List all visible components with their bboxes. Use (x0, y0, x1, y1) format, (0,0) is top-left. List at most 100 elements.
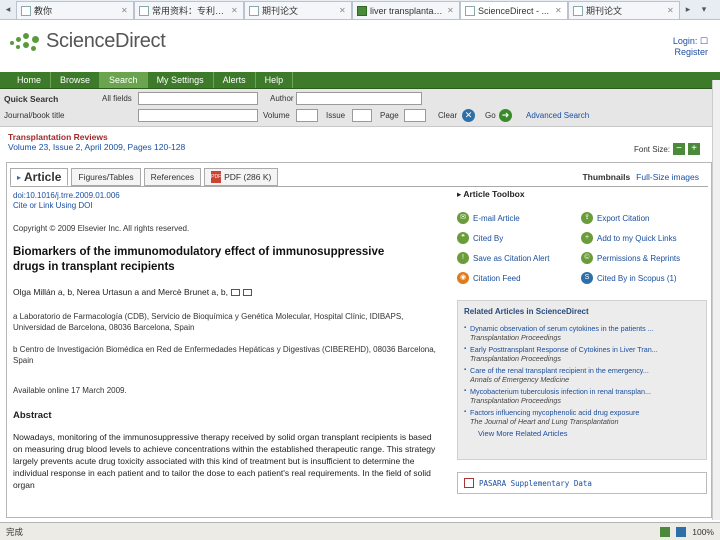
volume-input[interactable] (296, 109, 318, 122)
clear-icon[interactable]: ✕ (462, 109, 475, 122)
toolbox-email-article[interactable]: ✉ E-mail Article (457, 212, 581, 224)
nav-browse[interactable]: Browse (51, 72, 101, 88)
nav-home[interactable]: Home (8, 72, 52, 88)
journal-title-input[interactable] (138, 109, 258, 122)
related-article-title[interactable]: Dynamic observation of serum cytokines i… (470, 324, 700, 333)
issue-input[interactable] (352, 109, 372, 122)
tab-pdf[interactable]: PDF PDF (286 K) (204, 168, 279, 186)
close-icon[interactable]: ✕ (447, 6, 455, 15)
browser-tab[interactable]: 期刊论文 ✕ (244, 1, 352, 19)
article-tabs: ▸ Article Figures/Tables References PDF … (10, 168, 279, 186)
register-link[interactable]: Register (673, 47, 708, 58)
login-area: Login: ☐ Register (673, 36, 708, 58)
tab-scroll-left-icon[interactable]: ◂ (0, 0, 16, 19)
tab-label: 期刊论文 (586, 6, 623, 16)
tab-article-label: Article (24, 170, 62, 184)
login-link[interactable]: Login: ☐ (673, 36, 708, 47)
nav-alerts[interactable]: Alerts (214, 72, 256, 88)
status-text: 完成 (6, 526, 24, 537)
related-article[interactable]: Care of the renal transplant recipient i… (464, 366, 700, 384)
sciencedirect-logo[interactable]: ScienceDirect (8, 30, 166, 53)
toolbox-cited-by[interactable]: ❝ Cited By (457, 232, 581, 244)
triangle-right-icon: ▸ (457, 189, 462, 199)
browser-tab[interactable]: 教你 ✕ (16, 1, 134, 19)
article-title: Biomarkers of the immunomodulatory effec… (13, 245, 437, 275)
all-fields-input[interactable] (138, 92, 258, 105)
related-articles-heading: Related Articles in ScienceDirect (464, 307, 589, 316)
browser-tab[interactable]: 常用资料：专利检索 ✕ (134, 1, 244, 19)
tab-scroll-right-icon[interactable]: ▸ (680, 0, 696, 19)
go-label[interactable]: Go (485, 108, 496, 124)
toolbox-citation-alert[interactable]: ! Save as Citation Alert (457, 252, 581, 264)
related-article-title[interactable]: Factors influencing mycophenolic acid dr… (470, 408, 700, 417)
tab-figures[interactable]: Figures/Tables (71, 168, 141, 186)
page-favicon-icon (357, 5, 367, 16)
volume-label: Volume (263, 111, 290, 120)
toolbox-permissions[interactable]: © Permissions & Reprints (581, 252, 705, 264)
corresponding-author-icon[interactable] (230, 288, 240, 296)
toolbox-quick-links[interactable]: + Add to my Quick Links (581, 232, 705, 244)
nav-search[interactable]: Search (100, 72, 148, 88)
authors: Olga Millán a, b, Nerea Urtasun a and Me… (13, 287, 437, 297)
font-decrease-icon[interactable]: − (673, 143, 685, 155)
related-article[interactable]: Mycobacterium tuberculosis infection in … (464, 387, 700, 405)
thumbnails-label[interactable]: Thumbnails (582, 172, 630, 182)
related-article[interactable]: Dynamic observation of serum cytokines i… (464, 324, 700, 342)
clear-label[interactable]: Clear (438, 108, 457, 124)
journal-title-label: Journal/book title (4, 111, 65, 120)
page-scrollbar[interactable] (712, 80, 720, 520)
tab-references[interactable]: References (143, 168, 202, 186)
author-input[interactable] (296, 92, 422, 105)
close-icon[interactable]: ✕ (121, 6, 129, 15)
page-favicon-icon (139, 5, 149, 16)
toolbox-citation-feed[interactable]: ◉ Citation Feed (457, 272, 581, 284)
related-article-title[interactable]: Care of the renal transplant recipient i… (470, 366, 700, 375)
email-icon[interactable] (242, 288, 252, 296)
tab-article[interactable]: ▸ Article (10, 168, 69, 186)
nav-help[interactable]: Help (256, 72, 294, 88)
browser-tab[interactable]: 期刊论文 ✕ (568, 1, 680, 19)
browser-tab[interactable]: liver transplantation... ✕ (352, 1, 460, 19)
related-article[interactable]: Factors influencing mycophenolic acid dr… (464, 408, 700, 426)
nav-my-settings[interactable]: My Settings (148, 72, 214, 88)
toolbox-scopus[interactable]: S Cited By in Scopus (1) (581, 272, 705, 284)
quicklinks-icon: + (581, 232, 593, 244)
supplementary-data[interactable]: PASARA Supplementary Data (457, 472, 707, 494)
download-icon[interactable] (676, 526, 687, 537)
fullsize-images-link[interactable]: Full-Size images (636, 172, 699, 182)
related-article[interactable]: Early Posttransplant Response of Cytokin… (464, 345, 700, 363)
email-icon: ✉ (457, 212, 469, 224)
tab-list-icon[interactable]: ▾ (696, 0, 712, 19)
related-article-source: Transplantation Proceedings (470, 396, 561, 405)
journal-title-link[interactable]: Transplantation Reviews (8, 132, 185, 142)
browser-tab-active[interactable]: ScienceDirect - ... ✕ (460, 1, 568, 19)
issue-label: Issue (326, 111, 346, 120)
volume-issue-link[interactable]: Volume 23, Issue 2, April 2009, Pages 12… (8, 142, 185, 152)
view-more-related-link[interactable]: View More Related Articles (464, 429, 700, 438)
related-article-title[interactable]: Mycobacterium tuberculosis infection in … (470, 387, 700, 396)
tab-label: liver transplantation... (370, 5, 444, 16)
author-list[interactable]: Olga Millán a, b, Nerea Urtasun a and Me… (13, 287, 228, 297)
related-article-source: Annals of Emergency Medicine (470, 375, 570, 384)
abstract-heading: Abstract (13, 410, 52, 421)
close-icon[interactable]: ✕ (231, 6, 239, 15)
copyright-text: Copyright © 2009 Elsevier Inc. All right… (13, 224, 190, 233)
security-icon (660, 526, 671, 537)
zoom-level[interactable]: 100% (692, 527, 714, 537)
article-toolbox: ✉ E-mail Article ⇪ Export Citation ❝ Cited … (457, 212, 707, 284)
go-arrow-icon[interactable]: ➜ (499, 109, 512, 122)
page-input[interactable] (404, 109, 426, 122)
main-nav: Home Browse Search My Settings Alerts He… (0, 72, 720, 89)
advanced-search-link[interactable]: Advanced Search (526, 108, 589, 124)
close-icon[interactable]: ✕ (555, 6, 563, 15)
font-increase-icon[interactable]: + (688, 143, 700, 155)
toolbox-export-citation[interactable]: ⇪ Export Citation (581, 212, 705, 224)
cite-link[interactable]: Cite or Link Using DOI (13, 201, 437, 211)
page-label: Page (380, 111, 399, 120)
related-article-title[interactable]: Early Posttransplant Response of Cytokin… (470, 345, 700, 354)
close-icon[interactable]: ✕ (667, 6, 675, 15)
doi-link[interactable]: doi:10.1016/j.trre.2009.01.006 (13, 191, 437, 201)
triangle-right-icon: ▸ (17, 172, 22, 182)
tab-label: 期刊论文 (262, 6, 299, 16)
close-icon[interactable]: ✕ (339, 6, 347, 15)
